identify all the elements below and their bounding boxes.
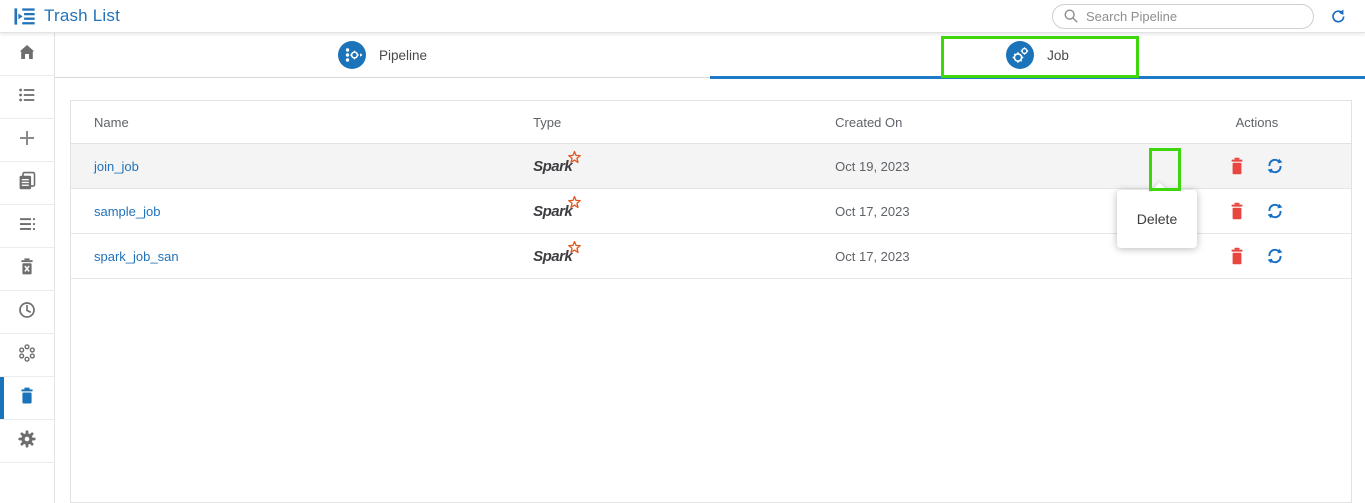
sidebar-item-history[interactable] [0, 291, 54, 334]
refresh-icon[interactable] [1330, 8, 1347, 25]
job-name-link[interactable]: spark_job_san [94, 249, 179, 264]
column-header-actions: Actions [1163, 101, 1351, 143]
pipeline-icon [338, 41, 366, 69]
restore-icon[interactable] [1265, 201, 1285, 221]
home-icon [17, 42, 37, 67]
sidebar-item-trash[interactable] [0, 377, 54, 420]
delete-icon[interactable] [1229, 202, 1245, 220]
sidebar-item-add[interactable] [0, 119, 54, 162]
settings-icon [17, 429, 37, 454]
created-on-value: Oct 19, 2023 [835, 144, 1163, 188]
sidebar-item-list[interactable] [0, 76, 54, 119]
search-input[interactable] [1086, 9, 1303, 24]
menu-open-icon[interactable] [14, 7, 35, 26]
tab-bar: Pipeline [55, 33, 1365, 78]
column-header-type: Type [533, 101, 835, 143]
job-icon [1006, 41, 1034, 69]
toc-icon [17, 214, 37, 239]
spark-logo: Spark [533, 158, 585, 175]
delete-tooltip: Delete [1117, 190, 1197, 248]
column-header-created-on: Created On [835, 101, 1163, 143]
main-content: Pipeline [55, 33, 1365, 503]
created-on-value: Oct 17, 2023 [835, 189, 1163, 233]
restore-icon[interactable] [1265, 156, 1285, 176]
delete-icon[interactable] [1229, 157, 1245, 175]
spark-star-icon [568, 151, 581, 167]
job-name-link[interactable]: join_job [94, 159, 139, 174]
list-icon [17, 85, 37, 110]
sidebar-item-pages[interactable] [0, 162, 54, 205]
tab-job[interactable]: Job [710, 33, 1365, 77]
created-on-value: Oct 17, 2023 [835, 234, 1163, 278]
sidebar [0, 33, 55, 503]
spark-logo: Spark [533, 248, 585, 265]
sidebar-item-cluster[interactable] [0, 334, 54, 377]
sidebar-item-home[interactable] [0, 33, 54, 76]
tab-job-label: Job [1047, 48, 1069, 63]
search-icon [1063, 8, 1079, 24]
table-header-row: Name Type Created On Actions [71, 101, 1351, 144]
delete-tooltip-label: Delete [1137, 211, 1177, 227]
cluster-icon [17, 343, 37, 368]
sidebar-item-settings[interactable] [0, 420, 54, 463]
job-name-link[interactable]: sample_job [94, 204, 161, 219]
topbar: Trash List [0, 0, 1365, 33]
search-box[interactable] [1052, 4, 1314, 29]
spark-star-icon [568, 241, 581, 257]
restore-icon[interactable] [1265, 246, 1285, 266]
delete-icon[interactable] [1229, 247, 1245, 265]
tab-pipeline-label: Pipeline [379, 48, 427, 63]
spark-star-icon [568, 196, 581, 212]
tab-pipeline[interactable]: Pipeline [55, 33, 710, 77]
trash-table: Name Type Created On Actions join_job Sp… [70, 100, 1352, 503]
trash-icon [17, 386, 37, 411]
sidebar-item-toc[interactable] [0, 205, 54, 248]
sidebar-item-delete-forever[interactable] [0, 248, 54, 291]
pages-icon [17, 171, 37, 196]
trash-x-icon [17, 257, 37, 282]
spark-logo: Spark [533, 203, 585, 220]
page-title: Trash List [44, 6, 120, 26]
plus-icon [17, 128, 37, 153]
history-icon [17, 300, 37, 325]
column-header-name: Name [71, 101, 533, 143]
